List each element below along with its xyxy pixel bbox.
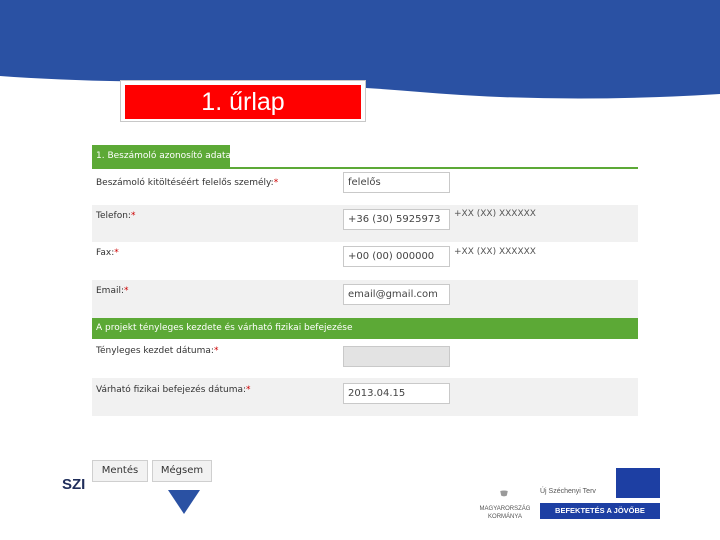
form-row-responsible: Beszámoló kitöltéséért felelős személy:*… bbox=[92, 169, 638, 205]
email-input[interactable]: email@gmail.com bbox=[343, 284, 450, 305]
phone-format-hint: +XX (XX) XXXXXX bbox=[454, 209, 536, 219]
form-row-start-date: Tényleges kezdet dátuma:* bbox=[92, 339, 638, 378]
form-row-fax: Fax:* +00 (00) 000000 +XX (XX) XXXXXX bbox=[92, 242, 638, 280]
save-button[interactable]: Mentés bbox=[92, 460, 148, 482]
form-row-end-date: Várható fizikai befejezés dátuma:* 2013.… bbox=[92, 378, 638, 416]
field-label: Beszámoló kitöltéséért felelős személy:* bbox=[96, 178, 279, 188]
field-label: Várható fizikai befejezés dátuma:* bbox=[96, 385, 251, 395]
eu-slogan: BEFEKTETÉS A JÖVŐBE bbox=[540, 503, 660, 519]
footer-text: SZI bbox=[62, 476, 86, 493]
form-row-email: Email:* email@gmail.com bbox=[92, 280, 638, 318]
responsible-person-input[interactable]: felelős bbox=[343, 172, 450, 193]
section-tab-identification[interactable]: 1. Beszámoló azonosító adatai bbox=[92, 145, 230, 167]
field-label: Telefon:* bbox=[96, 211, 136, 221]
down-arrow-icon bbox=[168, 490, 200, 514]
fax-format-hint: +XX (XX) XXXXXX bbox=[454, 247, 536, 257]
phone-input[interactable]: +36 (30) 5925973 bbox=[343, 209, 450, 230]
slide-title-box: 1. űrlap bbox=[120, 80, 366, 122]
eu-flag-icon bbox=[616, 468, 660, 498]
field-label: Email:* bbox=[96, 286, 129, 296]
cancel-button[interactable]: Mégsem bbox=[152, 460, 212, 482]
eu-program-text: Új Széchenyi Terv bbox=[540, 488, 596, 495]
end-date-input[interactable]: 2013.04.15 bbox=[343, 383, 450, 404]
fax-input[interactable]: +00 (00) 000000 bbox=[343, 246, 450, 267]
field-label: Fax:* bbox=[96, 248, 119, 258]
government-crest-icon bbox=[500, 490, 508, 497]
section-bar-project-dates: A projekt tényleges kezdete és várható f… bbox=[92, 318, 638, 339]
government-logo-text: MAGYARORSZÁG KORMÁNYA bbox=[479, 506, 531, 520]
field-label: Tényleges kezdet dátuma:* bbox=[96, 346, 219, 356]
form-row-phone: Telefon:* +36 (30) 5925973 +XX (XX) XXXX… bbox=[92, 205, 638, 242]
start-date-input[interactable] bbox=[343, 346, 450, 367]
slide-title: 1. űrlap bbox=[125, 85, 361, 119]
